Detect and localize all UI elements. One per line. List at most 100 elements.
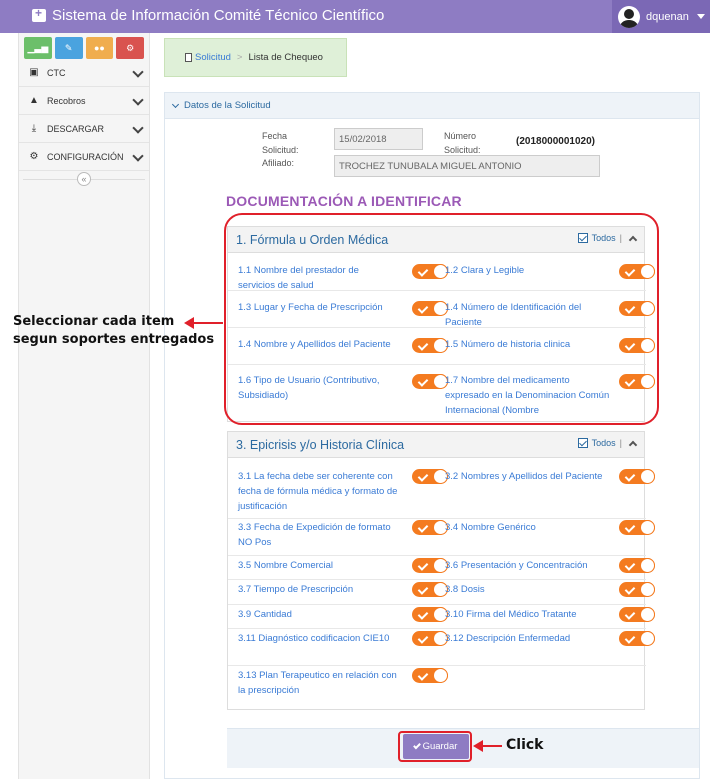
numero-value: (2018000001020) <box>516 136 595 147</box>
fecha-field: 15/02/2018 <box>334 128 423 150</box>
highlight-ring <box>398 731 472 762</box>
item-toggle[interactable] <box>412 582 448 597</box>
sidebar-collapse-button[interactable]: « <box>77 172 91 186</box>
arrow-left-icon <box>184 317 194 329</box>
bell-icon: ▲ <box>29 95 39 106</box>
item-toggle[interactable] <box>412 668 448 683</box>
numero-label: Número Solicitud: <box>444 131 481 155</box>
signal-icon: ▁▃▅ <box>27 42 49 53</box>
afiliado-field: TROCHEZ TUNUBALA MIGUEL ANTONIO <box>334 155 600 177</box>
chevron-down-icon <box>171 100 180 108</box>
username: dquenan <box>646 10 689 23</box>
panel-header[interactable]: Datos de la Solicitud <box>165 93 699 119</box>
item-toggle[interactable] <box>412 558 448 573</box>
group-header: 3. Epicrisis y/o Historia Clínica Todos … <box>228 432 644 458</box>
cogs-icon: ⚙ <box>126 42 135 53</box>
table-row: 3.13 Plan Terapeutico en relación con la… <box>228 666 646 710</box>
annotation-select-note-line1: Seleccionar cada item <box>13 314 175 329</box>
item-label: 3.11 Diagnóstico codificacion CIE10 <box>238 633 390 644</box>
users-icon: ●● <box>93 43 105 53</box>
section-title: DOCUMENTACIÓN A IDENTIFICAR <box>226 193 462 209</box>
select-all-checkbox[interactable] <box>577 438 588 448</box>
item-toggle[interactable] <box>619 520 655 535</box>
top-navbar: Sistema de Información Comité Técnico Ci… <box>0 0 710 33</box>
user-menu[interactable]: dquenan <box>612 0 710 33</box>
table-row: 3.1 La fecha debe ser coherente con fech… <box>228 460 655 519</box>
medkit-icon: ▣ <box>29 67 39 78</box>
shortcut-users-button[interactable]: ●● <box>85 37 114 59</box>
table-row: 3.5 Nombre Comercial 3.6 Presentación y … <box>228 556 655 580</box>
sidebar-item-label: CONFIGURACIÓN <box>47 151 124 162</box>
table-row: 3.11 Diagnóstico codificacion CIE10 3.12… <box>228 629 655 666</box>
group-tools: Todos | <box>577 438 638 450</box>
annotation-arrow <box>193 322 223 324</box>
item-toggle[interactable] <box>412 469 448 484</box>
shortcut-signal-button[interactable]: ▁▃▅ <box>24 37 52 59</box>
item-label: 3.6 Presentación y Concentración <box>445 560 588 571</box>
item-label: 3.7 Tiempo de Prescripción <box>238 584 354 595</box>
item-label: 3.12 Descripción Enfermedad <box>445 633 571 644</box>
item-toggle[interactable] <box>412 607 448 622</box>
avatar <box>618 5 640 28</box>
sidebar-shortcuts: ▁▃▅ ✎ ●● ⚙ <box>19 33 149 59</box>
item-label: 3.2 Nombres y Apellidos del Paciente <box>445 471 603 482</box>
table-row: 3.7 Tiempo de Prescripción 3.8 Dosis <box>228 580 655 605</box>
breadcrumb: Solicitud > Lista de Chequeo <box>164 38 347 77</box>
file-icon <box>185 53 192 62</box>
sidebar-item-recobros[interactable]: ▲ Recobros <box>19 87 149 115</box>
todos-label[interactable]: Todos <box>592 438 616 448</box>
item-toggle[interactable] <box>619 469 655 484</box>
chevron-up-icon[interactable] <box>628 440 638 450</box>
annotation-select-note-line2: segun soportes entregados <box>13 332 215 347</box>
separator: | <box>619 438 622 448</box>
item-label: 3.1 La fecha debe ser coherente con fech… <box>238 471 398 512</box>
chevron-down-icon <box>132 66 144 78</box>
item-label: 3.10 Firma del Médico Tratante <box>445 609 577 620</box>
sidebar-item-ctc[interactable]: ▣ CTC <box>19 59 149 87</box>
medkit-icon <box>32 6 46 22</box>
chevron-down-icon <box>132 94 144 106</box>
sidebar-item-configuracion[interactable]: ⚙ CONFIGURACIÓN <box>19 143 149 171</box>
fecha-label: Fecha Solicitud: <box>262 131 299 155</box>
item-label: 3.9 Cantidad <box>238 609 292 620</box>
breadcrumb-link-solicitud[interactable]: Solicitud <box>185 52 231 63</box>
chevron-down-icon <box>132 122 144 134</box>
item-label: 3.3 Fecha de Expedición de formato NO Po… <box>238 522 391 548</box>
panel-title: Datos de la Solicitud <box>184 100 271 111</box>
pencil-icon: ✎ <box>64 42 73 53</box>
highlight-ring <box>224 213 659 425</box>
item-label: 3.4 Nombre Genérico <box>445 522 536 533</box>
annotation-click-note: Click <box>506 737 544 753</box>
table-row: 3.9 Cantidad 3.10 Firma del Médico Trata… <box>228 605 655 629</box>
sidebar-item-label: DESCARGAR <box>47 123 105 134</box>
item-toggle[interactable] <box>619 582 655 597</box>
sidebar-item-label: CTC <box>47 67 66 78</box>
item-toggle[interactable] <box>412 631 448 646</box>
shortcut-cogs-button[interactable]: ⚙ <box>116 37 144 59</box>
cogs-icon: ⚙ <box>29 151 39 162</box>
breadcrumb-current: Lista de Chequeo <box>248 52 323 63</box>
group-title: 3. Epicrisis y/o Historia Clínica <box>236 438 405 452</box>
download-icon: ⤓ <box>31 123 37 134</box>
item-label: 3.13 Plan Terapeutico en relación con la… <box>238 670 397 696</box>
item-toggle[interactable] <box>412 520 448 535</box>
shortcut-pencil-button[interactable]: ✎ <box>54 37 83 59</box>
breadcrumb-link-label: Solicitud <box>195 52 231 63</box>
app-title-text: Sistema de Información Comité Técnico Ci… <box>52 7 385 24</box>
afiliado-label: Afiliado: <box>262 158 295 168</box>
item-label: 3.5 Nombre Comercial <box>238 560 334 571</box>
item-toggle[interactable] <box>619 607 655 622</box>
table-row: 3.3 Fecha de Expedición de formato NO Po… <box>228 519 655 556</box>
annotation-arrow <box>482 745 502 747</box>
sidebar-item-descargar[interactable]: ⤓ DESCARGAR <box>19 115 149 143</box>
breadcrumb-separator: > <box>236 52 243 63</box>
sidebar: ▁▃▅ ✎ ●● ⚙ ▣ CTC ▲ Recobros ⤓ DESCARGAR … <box>18 33 150 779</box>
arrow-left-icon <box>473 740 483 752</box>
sidebar-item-label: Recobros <box>47 95 86 106</box>
app-title: Sistema de Información Comité Técnico Ci… <box>32 6 385 24</box>
item-toggle[interactable] <box>619 558 655 573</box>
group-epicrisis: 3. Epicrisis y/o Historia Clínica Todos … <box>227 431 655 710</box>
item-toggle[interactable] <box>619 631 655 646</box>
caret-down-icon <box>696 14 705 19</box>
chevron-down-icon <box>132 150 144 162</box>
